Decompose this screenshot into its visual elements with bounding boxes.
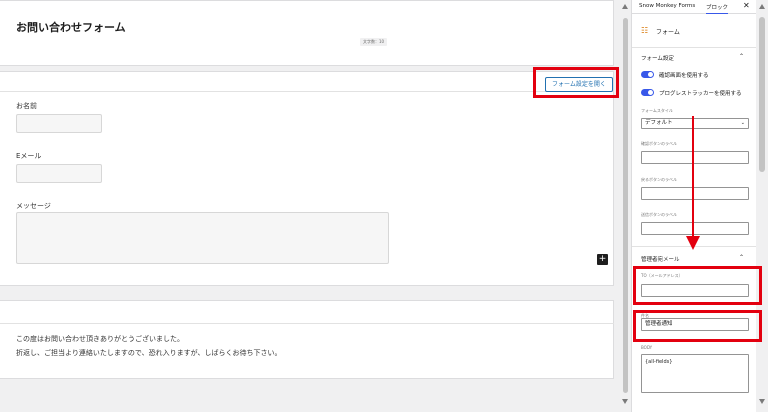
message-textarea[interactable] — [16, 212, 389, 264]
sidebar-scrollbar[interactable] — [756, 0, 768, 412]
block-card: ☷ フォーム — [632, 15, 756, 48]
divider — [0, 323, 614, 324]
chevron-down-icon: ⌄ — [740, 120, 745, 126]
progress-tracker-toggle-label: プログレストラッカーを使用する — [659, 91, 742, 97]
sidebar-tabs: Snow Monkey Forms ブロック ✕ — [632, 0, 768, 14]
admin-mail-section-title[interactable]: 管理者宛メール — [641, 255, 680, 263]
email-input[interactable] — [16, 164, 102, 183]
confirm-screen-toggle-label: 確認画面を使用する — [659, 73, 709, 79]
form-settings-section-title[interactable]: フォーム設定 — [641, 54, 674, 62]
tab-snow-monkey-forms[interactable]: Snow Monkey Forms — [639, 3, 695, 9]
form-style-label: フォームスタイル — [641, 108, 673, 113]
completion-line-2: 折返し、ご担当より連絡いたしますので、恐れ入りますが、しばらくお待ち下さい。 — [16, 349, 282, 357]
canvas-scroll-thumb[interactable] — [623, 18, 628, 393]
chevron-up-icon[interactable]: ⌃ — [739, 53, 744, 60]
highlight-box-to-address — [633, 266, 762, 305]
editor-screen: お問い合わせフォーム 文字数：10 フォーム設定を開く お名前 Eメール メッセ… — [0, 0, 768, 412]
chevron-up-icon[interactable]: ⌃ — [739, 254, 744, 261]
progress-tracker-toggle[interactable] — [641, 89, 654, 96]
form-block-icon: ☷ — [641, 26, 649, 35]
add-block-button[interactable]: + — [597, 254, 608, 265]
scroll-up-arrow-icon[interactable] — [759, 4, 765, 9]
highlight-box-form-settings — [533, 67, 619, 98]
form-style-value: デフォルト — [645, 120, 673, 126]
scroll-down-arrow-icon[interactable] — [759, 399, 765, 404]
completion-line-1: この度はお問い合わせ頂きありがとうございました。 — [16, 335, 184, 343]
tab-block[interactable]: ブロック — [706, 3, 729, 14]
name-input[interactable] — [16, 114, 102, 133]
settings-sidebar: Snow Monkey Forms ブロック ✕ ☷ フォーム フォーム設定 ⌃… — [632, 0, 768, 412]
canvas-scrollbar[interactable] — [620, 0, 631, 412]
body-textarea[interactable]: {all-fields} — [641, 354, 749, 393]
confirm-button-label-caption: 確認ボタンのラベル — [641, 141, 677, 146]
field-label-message: メッセージ — [16, 202, 51, 210]
form-style-select[interactable]: デフォルト ⌄ — [641, 118, 749, 129]
page-title[interactable]: お問い合わせフォーム — [16, 19, 126, 35]
block-name: フォーム — [656, 29, 680, 36]
close-icon[interactable]: ✕ — [743, 1, 750, 10]
send-button-label-input[interactable] — [641, 222, 749, 235]
title-card: お問い合わせフォーム 文字数：10 — [0, 0, 614, 66]
field-label-email: Eメール — [16, 152, 42, 160]
char-count-badge: 文字数：10 — [360, 38, 388, 46]
confirm-button-label-input[interactable] — [641, 151, 749, 164]
divider — [0, 91, 614, 92]
send-button-label-caption: 送信ボタンのラベル — [641, 212, 677, 217]
highlight-box-subject — [633, 310, 762, 342]
form-block-card[interactable]: フォーム設定を開く お名前 Eメール メッセージ + — [0, 71, 614, 286]
completion-message-card[interactable]: この度はお問い合わせ頂きありがとうございました。 折返し、ご担当より連絡いたしま… — [0, 300, 614, 379]
scroll-up-arrow-icon[interactable] — [622, 4, 628, 9]
confirm-screen-toggle[interactable] — [641, 71, 654, 78]
scroll-down-arrow-icon[interactable] — [622, 399, 628, 404]
body-label: BODY — [641, 345, 653, 350]
sidebar-scroll-thumb[interactable] — [759, 17, 765, 172]
back-button-label-input[interactable] — [641, 187, 749, 200]
divider — [632, 246, 756, 247]
editor-canvas: お問い合わせフォーム 文字数：10 フォーム設定を開く お名前 Eメール メッセ… — [0, 0, 620, 412]
back-button-label-caption: 戻るボタンのラベル — [641, 177, 677, 182]
field-label-name: お名前 — [16, 102, 37, 110]
